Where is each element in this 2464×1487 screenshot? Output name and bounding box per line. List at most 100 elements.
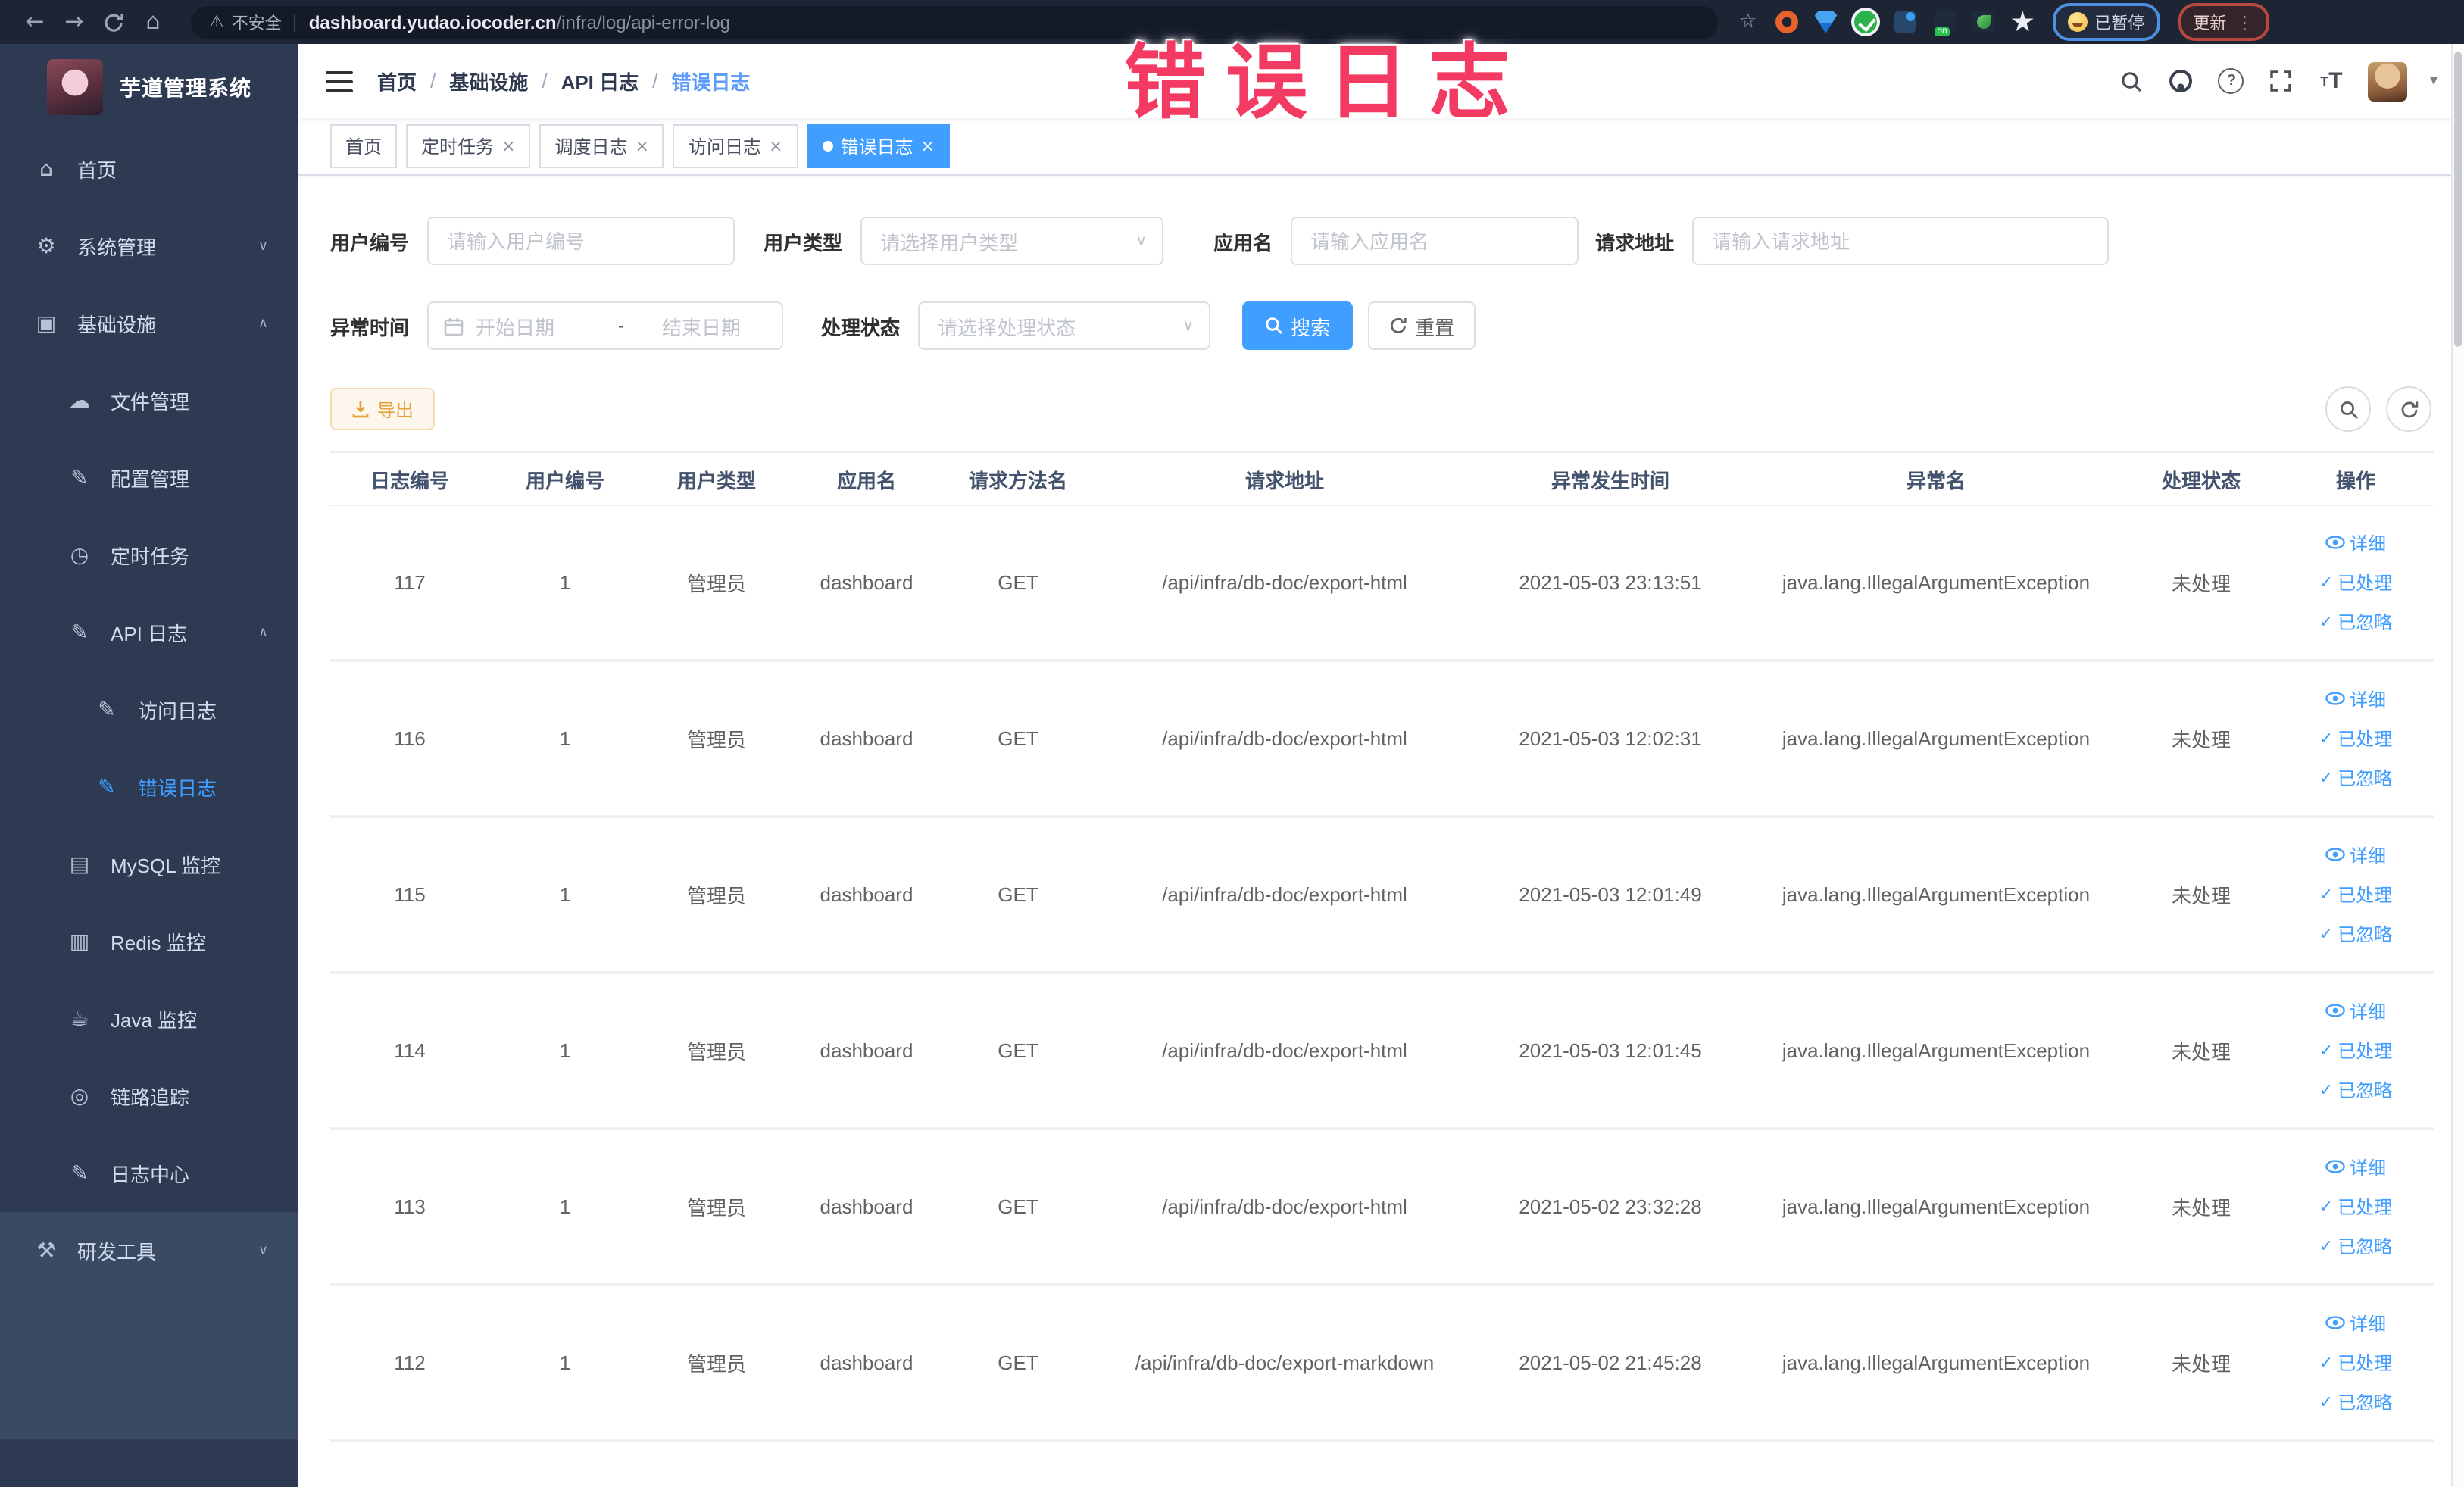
extension-icon[interactable] [1893,11,1916,33]
action-详细[interactable]: 详细 [2325,530,2386,556]
font-size-icon[interactable]: TT [2318,67,2345,95]
sidebar-item-label: 首页 [77,159,117,182]
bookmark-star-icon[interactable]: ☆ [1739,11,1757,33]
extension-icon[interactable] [1775,11,1798,33]
scrollbar-thumb[interactable] [2454,52,2462,347]
browser-home-icon[interactable]: ⌂ [133,0,173,44]
sidebar-item-首页[interactable]: ⌂ 首页 [0,130,298,208]
action-详细[interactable]: 详细 [2325,1310,2386,1336]
cell-user_id: 1 [559,883,571,906]
action-详细[interactable]: 详细 [2325,842,2386,868]
user-id-input[interactable] [427,217,735,265]
address-bar[interactable]: ⚠ 不安全 dashboard.yudao.iocoder.cn /infra/… [191,5,1718,39]
app-name-input[interactable] [1291,217,1579,265]
tab-调度日志[interactable]: 调度日志 × [539,124,664,168]
calendar-icon [444,317,464,336]
action-已处理[interactable]: ✓ 已处理 [2319,1194,2392,1220]
close-icon[interactable]: × [636,136,649,156]
action-已忽略[interactable]: ✓ 已忽略 [2319,609,2392,635]
action-已处理[interactable]: ✓ 已处理 [2319,882,2392,908]
search-button[interactable]: 搜索 [1242,301,1354,350]
page-header: 首页 / 基础设施 / API 日志 / 错误日志 ? TT ▾ [298,44,2464,118]
sidebar-item-链路追踪[interactable]: ◎ 链路追踪 [0,1057,298,1135]
breadcrumb-item[interactable]: API 日志 [561,67,639,95]
action-已忽略[interactable]: ✓ 已忽略 [2319,765,2392,791]
extension-icon[interactable] [1814,11,1838,33]
sidebar-item-访问日志[interactable]: ✎ 访问日志 [0,671,298,748]
cell-user_type: 管理员 [686,1041,746,1064]
user-menu-caret-icon[interactable]: ▾ [2430,73,2437,89]
process-status-select[interactable]: 请选择处理状态 ∨ [918,301,1211,350]
tab-首页[interactable]: 首页 [330,124,398,168]
sidebar-item-文件管理[interactable]: ☁ 文件管理 [0,362,298,439]
user-avatar[interactable] [2367,61,2407,101]
action-已忽略[interactable]: ✓ 已忽略 [2319,1077,2392,1103]
eye-icon [2325,847,2345,861]
close-icon[interactable]: × [920,136,934,156]
sidebar-item-API 日志[interactable]: ✎ API 日志 ∧ [0,594,298,671]
extension-icon[interactable] [1932,11,1956,36]
close-icon[interactable]: × [501,136,515,156]
search-icon[interactable] [2118,67,2145,95]
extension-icon[interactable] [2011,11,2034,32]
sidebar-item-MySQL 监控[interactable]: ▤ MySQL 监控 [0,826,298,903]
breadcrumb-item[interactable]: 基础设施 [449,67,528,95]
breadcrumb-item[interactable]: 首页 [377,67,417,95]
sidebar-item-错误日志[interactable]: ✎ 错误日志 [0,748,298,826]
sidebar-item-定时任务[interactable]: ◷ 定时任务 [0,517,298,594]
table-tools [2325,386,2431,432]
paused-extension-chip[interactable]: 已暂停 [2052,3,2160,41]
help-icon[interactable]: ? [2218,67,2245,95]
action-已忽略[interactable]: ✓ 已忽略 [2319,1389,2392,1415]
back-icon[interactable]: ← [15,0,55,44]
extension-icon[interactable] [1853,11,1877,33]
close-icon[interactable]: × [769,136,782,156]
sidebar-item-基础设施[interactable]: ▣ 基础设施 ∧ [0,285,298,362]
action-已处理[interactable]: ✓ 已处理 [2319,1350,2392,1376]
cell-method: GET [998,1039,1038,1062]
tab-label: 定时任务 [421,136,495,158]
page-scrollbar[interactable] [2451,44,2464,1487]
action-已处理[interactable]: ✓ 已处理 [2319,570,2392,595]
cell-exception: java.lang.IllegalArgumentException [1782,571,2091,594]
browser-menu-icon[interactable]: ⋮ [2235,11,2253,33]
sidebar-item-Java 监控[interactable]: ☕ Java 监控 [0,980,298,1057]
export-button[interactable]: 导出 [330,388,436,430]
cell-status: 未处理 [2171,1041,2231,1064]
forward-icon[interactable]: → [55,0,94,44]
action-详细[interactable]: 详细 [2325,686,2386,712]
sidebar-item-日志中心[interactable]: ✎ 日志中心 [0,1135,298,1212]
range-separator: - [618,315,625,336]
sidebar-item-配置管理[interactable]: ✎ 配置管理 [0,439,298,517]
user-type-select[interactable]: 请选择用户类型 ∨ [860,217,1164,265]
action-已处理[interactable]: ✓ 已处理 [2319,726,2392,751]
sidebar-item-Redis 监控[interactable]: ▥ Redis 监控 [0,903,298,980]
action-详细[interactable]: 详细 [2325,998,2386,1024]
sidebar-item-系统管理[interactable]: ⚙ 系统管理 ∨ [0,208,298,285]
table-row: 112 1 管理员 dashboard GET/api/infra/db-doc/exp… [330,1286,2434,1442]
action-已处理[interactable]: ✓ 已处理 [2319,1038,2392,1064]
sidebar-logo-row[interactable]: 芋道管理系统 [0,44,298,130]
eye-icon [2325,1003,2345,1017]
sidebar-item-label: 研发工具 [77,1241,157,1264]
github-icon[interactable] [2168,67,2195,95]
exception-time-range-picker[interactable]: 开始日期 - 结束日期 [427,301,784,350]
action-详细[interactable]: 详细 [2325,1154,2386,1180]
request-url-input[interactable] [1692,217,2110,265]
sidebar-item-研发工具[interactable]: ⚒ 研发工具 ∨ [0,1212,298,1289]
action-已忽略[interactable]: ✓ 已忽略 [2319,1233,2392,1259]
tab-访问日志[interactable]: 访问日志 × [673,124,798,168]
cell-operations: 详细 ✓ 已处理 ✓ 已忽略 [2277,842,2434,947]
emoji-face-icon [2067,12,2088,32]
hide-search-button[interactable] [2325,386,2371,432]
fullscreen-icon[interactable] [2268,67,2295,95]
extension-icon[interactable] [1972,11,1995,33]
tab-错误日志[interactable]: 错误日志 × [807,124,950,168]
collapse-sidebar-icon[interactable] [326,70,353,92]
browser-update-button[interactable]: 更新 ⋮ [2178,3,2269,41]
tab-定时任务[interactable]: 定时任务 × [406,124,531,168]
action-已忽略[interactable]: ✓ 已忽略 [2319,921,2392,947]
reload-icon[interactable] [94,0,133,44]
refresh-table-button[interactable] [2386,386,2431,432]
reset-button[interactable]: 重置 [1368,301,1476,350]
